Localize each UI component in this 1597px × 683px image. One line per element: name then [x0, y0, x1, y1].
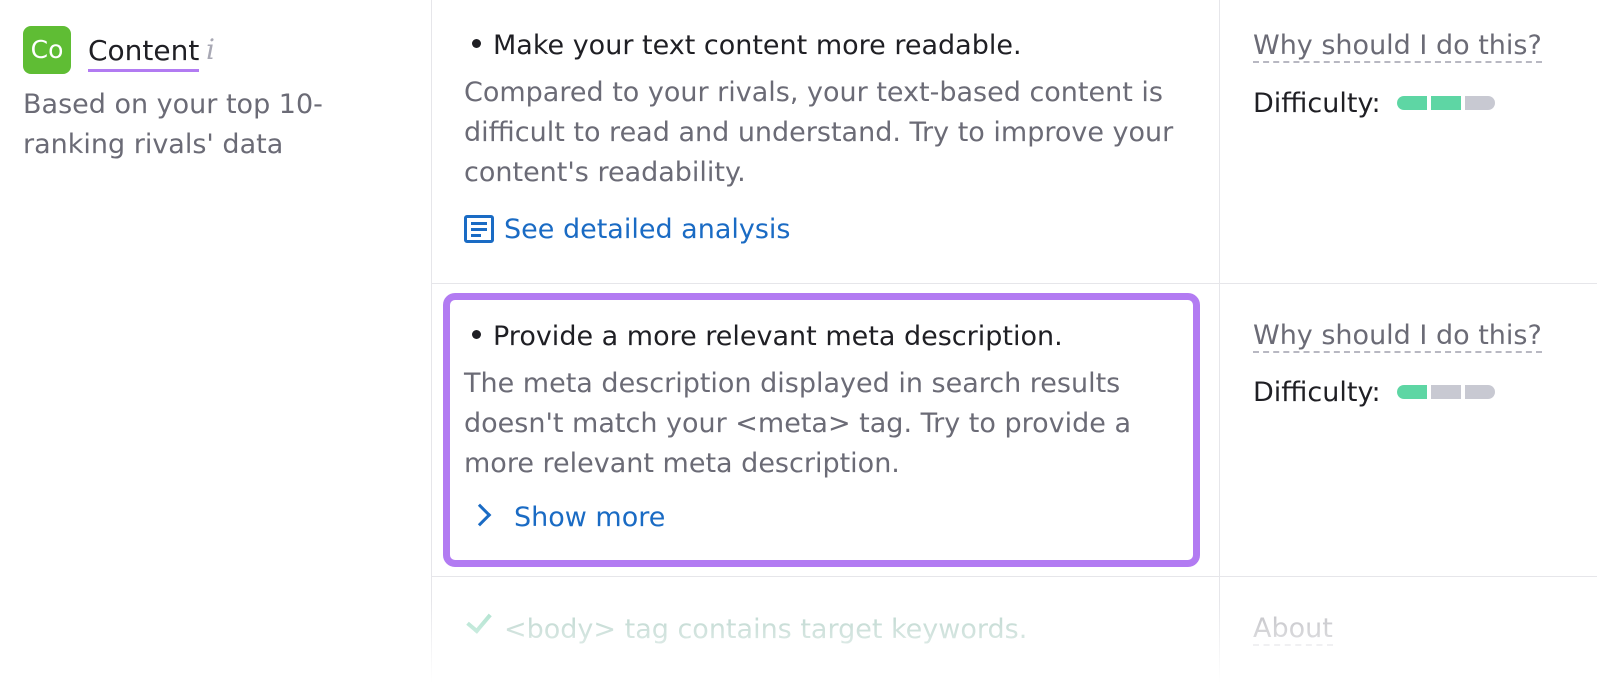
issue-title: Provide a more relevant meta description…	[472, 319, 1063, 355]
issue-title-text: Make your text content more readable.	[493, 30, 1022, 61]
difficulty-label: Difficulty:	[1253, 88, 1381, 119]
difficulty-bar	[1397, 384, 1496, 399]
show-more-link[interactable]: Show more	[468, 500, 666, 536]
issue-title: Make your text content more readable.	[472, 28, 1022, 64]
link-label: Show more	[514, 502, 666, 533]
column-divider-left	[431, 0, 432, 683]
category-title[interactable]: Content	[88, 33, 200, 72]
column-divider-right	[1219, 0, 1220, 683]
issue-title-text: <body> tag contains target keywords.	[504, 614, 1028, 645]
difficulty-segment	[1431, 384, 1462, 399]
why-link[interactable]: Why should I do this?	[1253, 318, 1542, 354]
about-label[interactable]: About	[1253, 613, 1333, 646]
about-link[interactable]: About	[1253, 611, 1333, 647]
issue-description: The meta description displayed in search…	[464, 368, 1132, 479]
difficulty: Difficulty:	[1253, 375, 1496, 411]
row-divider-1	[431, 283, 1597, 284]
why-label[interactable]: Why should I do this?	[1253, 30, 1542, 63]
category-badge: Co	[23, 26, 71, 74]
issue-description: Compared to your rivals, your text-based…	[464, 77, 1174, 188]
difficulty-segment	[1431, 95, 1462, 110]
issue-title-text: Provide a more relevant meta description…	[493, 321, 1063, 352]
info-icon[interactable]: i	[206, 35, 215, 65]
chevron-right-icon	[468, 503, 492, 527]
difficulty-segment	[1397, 384, 1428, 399]
why-link[interactable]: Why should I do this?	[1253, 28, 1542, 64]
difficulty-segment	[1397, 95, 1428, 110]
why-label[interactable]: Why should I do this?	[1253, 320, 1542, 353]
category-subtitle: Based on your top 10-ranking rivals' dat…	[23, 89, 323, 160]
difficulty-segment	[1465, 95, 1496, 110]
difficulty-label: Difficulty:	[1253, 377, 1381, 408]
bullet-icon	[472, 39, 481, 48]
difficulty: Difficulty:	[1253, 86, 1496, 122]
difficulty-segment	[1465, 384, 1496, 399]
see-detailed-analysis-link[interactable]: See detailed analysis	[464, 212, 790, 248]
document-icon	[464, 214, 494, 243]
check-icon	[466, 607, 492, 634]
bullet-icon	[472, 330, 481, 339]
difficulty-bar	[1397, 95, 1496, 110]
link-label: See detailed analysis	[504, 214, 791, 245]
issue-title: <body> tag contains target keywords.	[466, 607, 1028, 648]
row-divider-2	[431, 576, 1597, 577]
